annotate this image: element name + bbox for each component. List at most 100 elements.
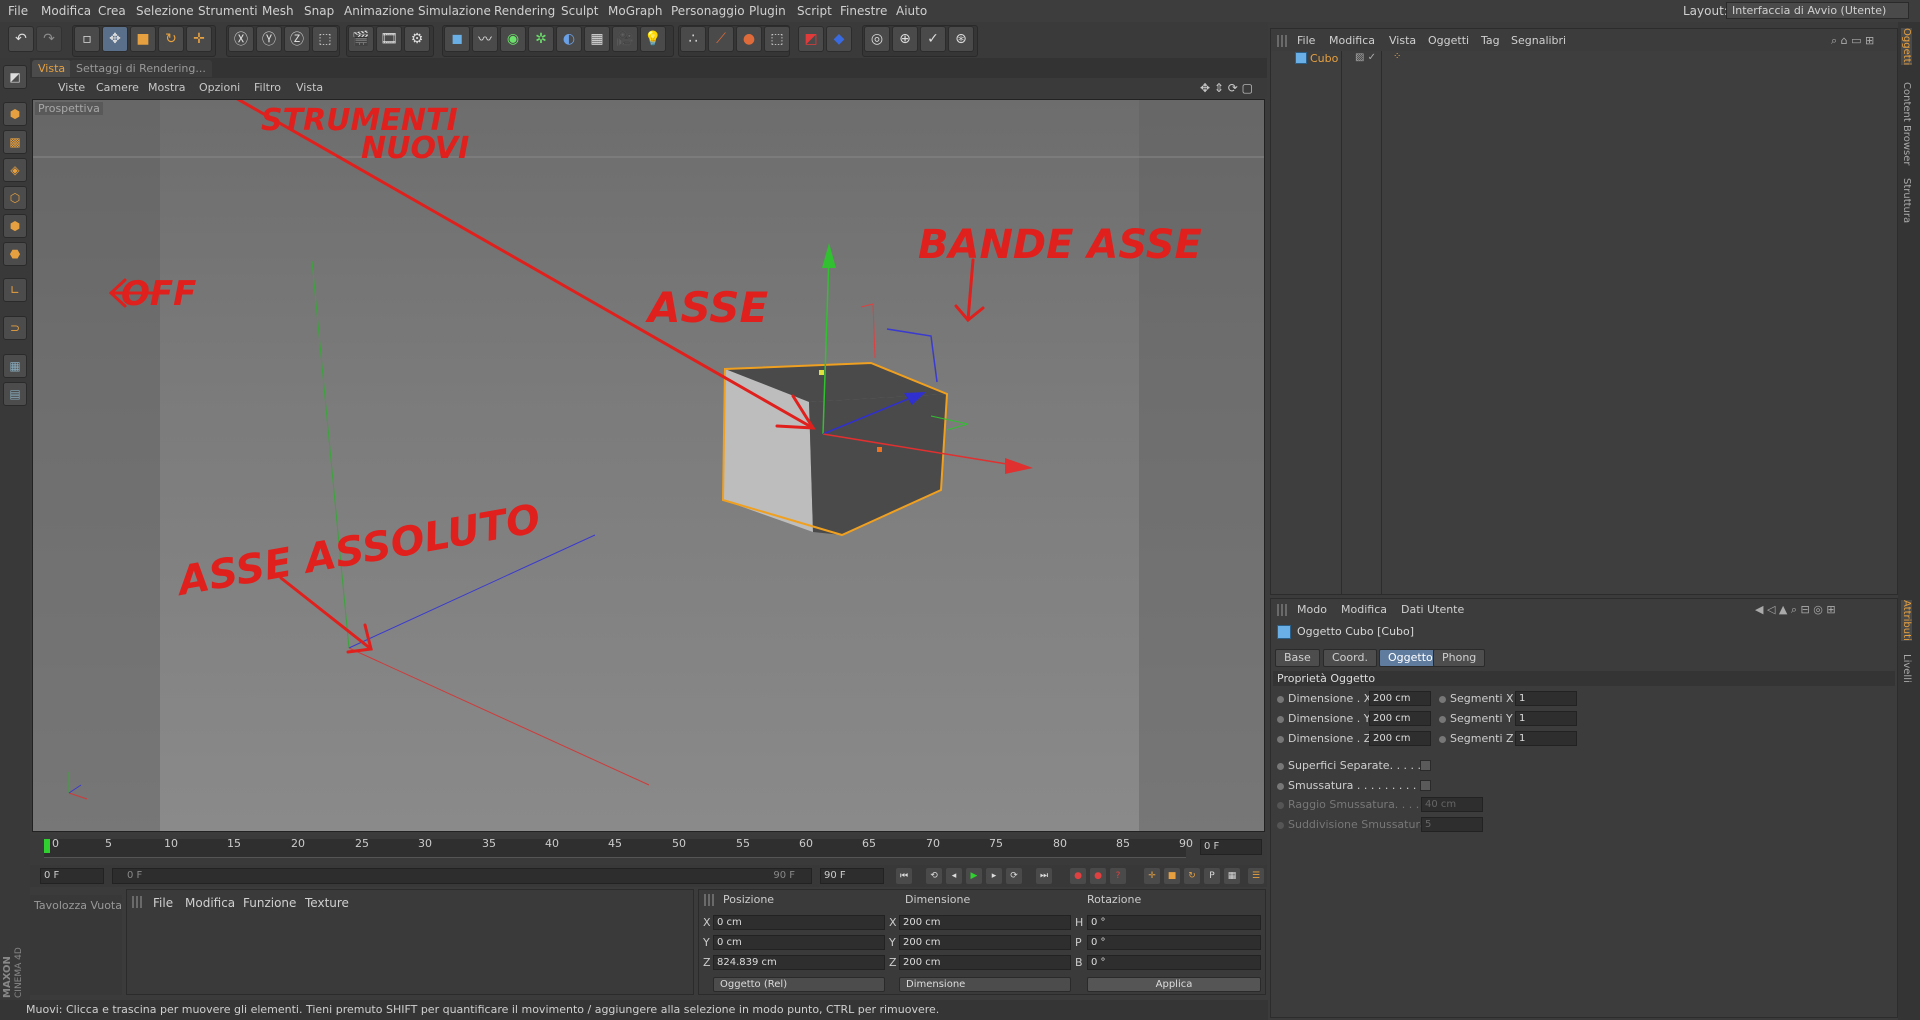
key-rotation-icon[interactable]: ↻ [1184, 868, 1200, 884]
workplane-icon[interactable]: ⊕ [892, 26, 918, 52]
viewport-nav-icons[interactable]: ✥ ⇕ ⟳ ▢ [1200, 81, 1253, 95]
rot-b-field[interactable]: 0 ° [1087, 955, 1261, 970]
menu-mograph[interactable]: MoGraph [608, 4, 663, 18]
undo-icon[interactable]: ↶ [8, 26, 34, 52]
vp-menu-camere[interactable]: Camere [96, 81, 139, 94]
go-to-start-icon[interactable]: ⏮ [896, 868, 912, 884]
menu-script[interactable]: Script [797, 4, 832, 18]
timeline[interactable]: 0 5 10 15 20 25 30 35 40 45 50 55 60 65 … [30, 835, 1267, 865]
tag-icon[interactable]: ⁘ [1393, 51, 1401, 62]
mat-menu-modifica[interactable]: Modifica [185, 896, 235, 910]
cube-icon[interactable]: ◼ [444, 26, 470, 52]
next-frame-icon[interactable]: ▸ [986, 868, 1002, 884]
live-selection-icon[interactable]: ▫ [74, 26, 100, 52]
render-picture-viewer-icon[interactable]: 🎞 [376, 26, 402, 52]
attr-menu-modifica[interactable]: Modifica [1341, 603, 1387, 616]
next-key-icon[interactable]: ⟳ [1006, 868, 1022, 884]
mat-menu-file[interactable]: File [153, 896, 173, 910]
menu-crea[interactable]: Crea [98, 4, 126, 18]
rotate-tool-icon[interactable]: ↻ [158, 26, 184, 52]
vp-menu-mostra[interactable]: Mostra [148, 81, 186, 94]
panel-grip-icon[interactable] [704, 894, 716, 906]
light-icon[interactable]: 💡 [640, 26, 666, 52]
model-tool-icon[interactable]: ◩ [3, 65, 27, 89]
tab-base[interactable]: Base [1275, 649, 1320, 667]
tab-phong[interactable]: Phong [1433, 649, 1486, 667]
attr-nav-icons[interactable]: ◀ ◁ ▲ ⌕ ⊟ ◎ ⊞ [1755, 603, 1836, 617]
autokey-icon[interactable]: ● [1090, 868, 1106, 884]
record-icon[interactable]: ● [1070, 868, 1086, 884]
pos-y-field[interactable]: 0 cm [713, 935, 885, 950]
spline-icon[interactable]: 〰 [472, 26, 498, 52]
panel-grip-icon[interactable] [1277, 604, 1289, 616]
key-position-icon[interactable]: ✛ [1144, 868, 1160, 884]
render-view-icon[interactable]: 🎬 [348, 26, 374, 52]
points-mode-icon[interactable]: ∴ [680, 26, 706, 52]
nurbs-icon[interactable]: ◉ [500, 26, 526, 52]
previous-frame-icon[interactable]: ◂ [946, 868, 962, 884]
raggio-field[interactable]: 40 cm [1421, 797, 1483, 812]
menu-aiuto[interactable]: Aiuto [896, 4, 927, 18]
camera-icon[interactable]: 🎥 [612, 26, 638, 52]
render-settings-icon[interactable]: ⚙ [404, 26, 430, 52]
seg-y-field[interactable]: 1 [1515, 711, 1577, 726]
vp-menu-opzioni[interactable]: Opzioni [199, 81, 240, 94]
tab-coord[interactable]: Coord. [1323, 649, 1377, 667]
obj-menu-modifica[interactable]: Modifica [1329, 34, 1375, 47]
z-axis-lock-icon[interactable]: Ⓩ [284, 26, 310, 52]
side-tab-content-browser[interactable]: Content Browser [1901, 82, 1912, 165]
obj-menu-segnalibri[interactable]: Segnalibri [1511, 34, 1566, 47]
vp-menu-filtro[interactable]: Filtro [254, 81, 281, 94]
new-tool-icon[interactable]: ✛ [186, 26, 212, 52]
side-tab-struttura[interactable]: Struttura [1901, 178, 1912, 223]
snap-icon[interactable]: ◎ [864, 26, 890, 52]
obj-menu-vista[interactable]: Vista [1389, 34, 1416, 47]
menu-selezione[interactable]: Selezione [136, 4, 194, 18]
menu-animazione[interactable]: Animazione [344, 4, 414, 18]
guide-icon[interactable]: ✓ [920, 26, 946, 52]
panel-grip-icon[interactable] [1277, 35, 1289, 47]
menu-rendering[interactable]: Rendering [494, 4, 555, 18]
rot-p-field[interactable]: 0 ° [1087, 935, 1261, 950]
texture-icon[interactable]: ▩ [3, 130, 27, 154]
visibility-icon[interactable]: ▨ ✓ [1355, 52, 1376, 63]
tab-render-settings[interactable]: Settaggi di Rendering... [70, 60, 212, 77]
menu-mesh[interactable]: Mesh [262, 4, 294, 18]
polygons-mode-icon[interactable]: ● [736, 26, 762, 52]
size-mode-dropdown[interactable]: Dimensione [899, 977, 1071, 992]
size-x-field[interactable]: 200 cm [899, 915, 1071, 930]
size-y-field[interactable]: 200 cm [899, 935, 1071, 950]
dim-y-field[interactable]: 200 cm [1369, 711, 1431, 726]
start-frame-field[interactable]: 0 F [40, 868, 104, 884]
preview-range-slider[interactable]: 0 F 90 F [112, 868, 812, 884]
redo-icon[interactable]: ↷ [36, 26, 62, 52]
key-pla-icon[interactable]: ▦ [1224, 868, 1240, 884]
current-frame-field[interactable]: 0 F [1200, 839, 1262, 855]
side-tab-livelli[interactable]: Livelli [1901, 654, 1912, 683]
viewport[interactable]: Prospettiva STRUMENTI NUOVI BANDE ASSE A… [32, 99, 1265, 832]
seg-x-field[interactable]: 1 [1515, 691, 1577, 706]
suddivisione-field[interactable]: 5 [1421, 817, 1483, 832]
obj-menu-file[interactable]: File [1297, 34, 1315, 47]
array-icon[interactable]: ✲ [528, 26, 554, 52]
floor-icon[interactable]: ▦ [584, 26, 610, 52]
menu-modifica[interactable]: Modifica [41, 4, 91, 18]
panel-grip-icon[interactable] [132, 896, 144, 908]
object-edit-icon[interactable]: ⬢ [3, 102, 27, 126]
scale-tool-icon[interactable]: ■ [130, 26, 156, 52]
lock-workplane-icon[interactable]: ▤ [3, 382, 27, 406]
dim-x-field[interactable]: 200 cm [1369, 691, 1431, 706]
timeline-playhead[interactable] [44, 839, 50, 853]
menu-strumenti[interactable]: Strumenti [198, 4, 258, 18]
axis-off-icon[interactable]: ∟ [3, 278, 27, 302]
uv-mode-icon[interactable]: ⬚ [764, 26, 790, 52]
obj-menu-tag[interactable]: Tag [1481, 34, 1500, 47]
coordinate-system-icon[interactable]: ⬚ [312, 26, 338, 52]
apply-button[interactable]: Applica [1087, 977, 1261, 992]
size-z-field[interactable]: 200 cm [899, 955, 1071, 970]
object-name[interactable]: Cubo [1310, 52, 1338, 65]
menu-personaggio[interactable]: Personaggio [671, 4, 745, 18]
previous-key-icon[interactable]: ⟲ [926, 868, 942, 884]
menu-simulazione[interactable]: Simulazione [418, 4, 491, 18]
side-tab-oggetti[interactable]: Oggetti [1901, 28, 1912, 66]
